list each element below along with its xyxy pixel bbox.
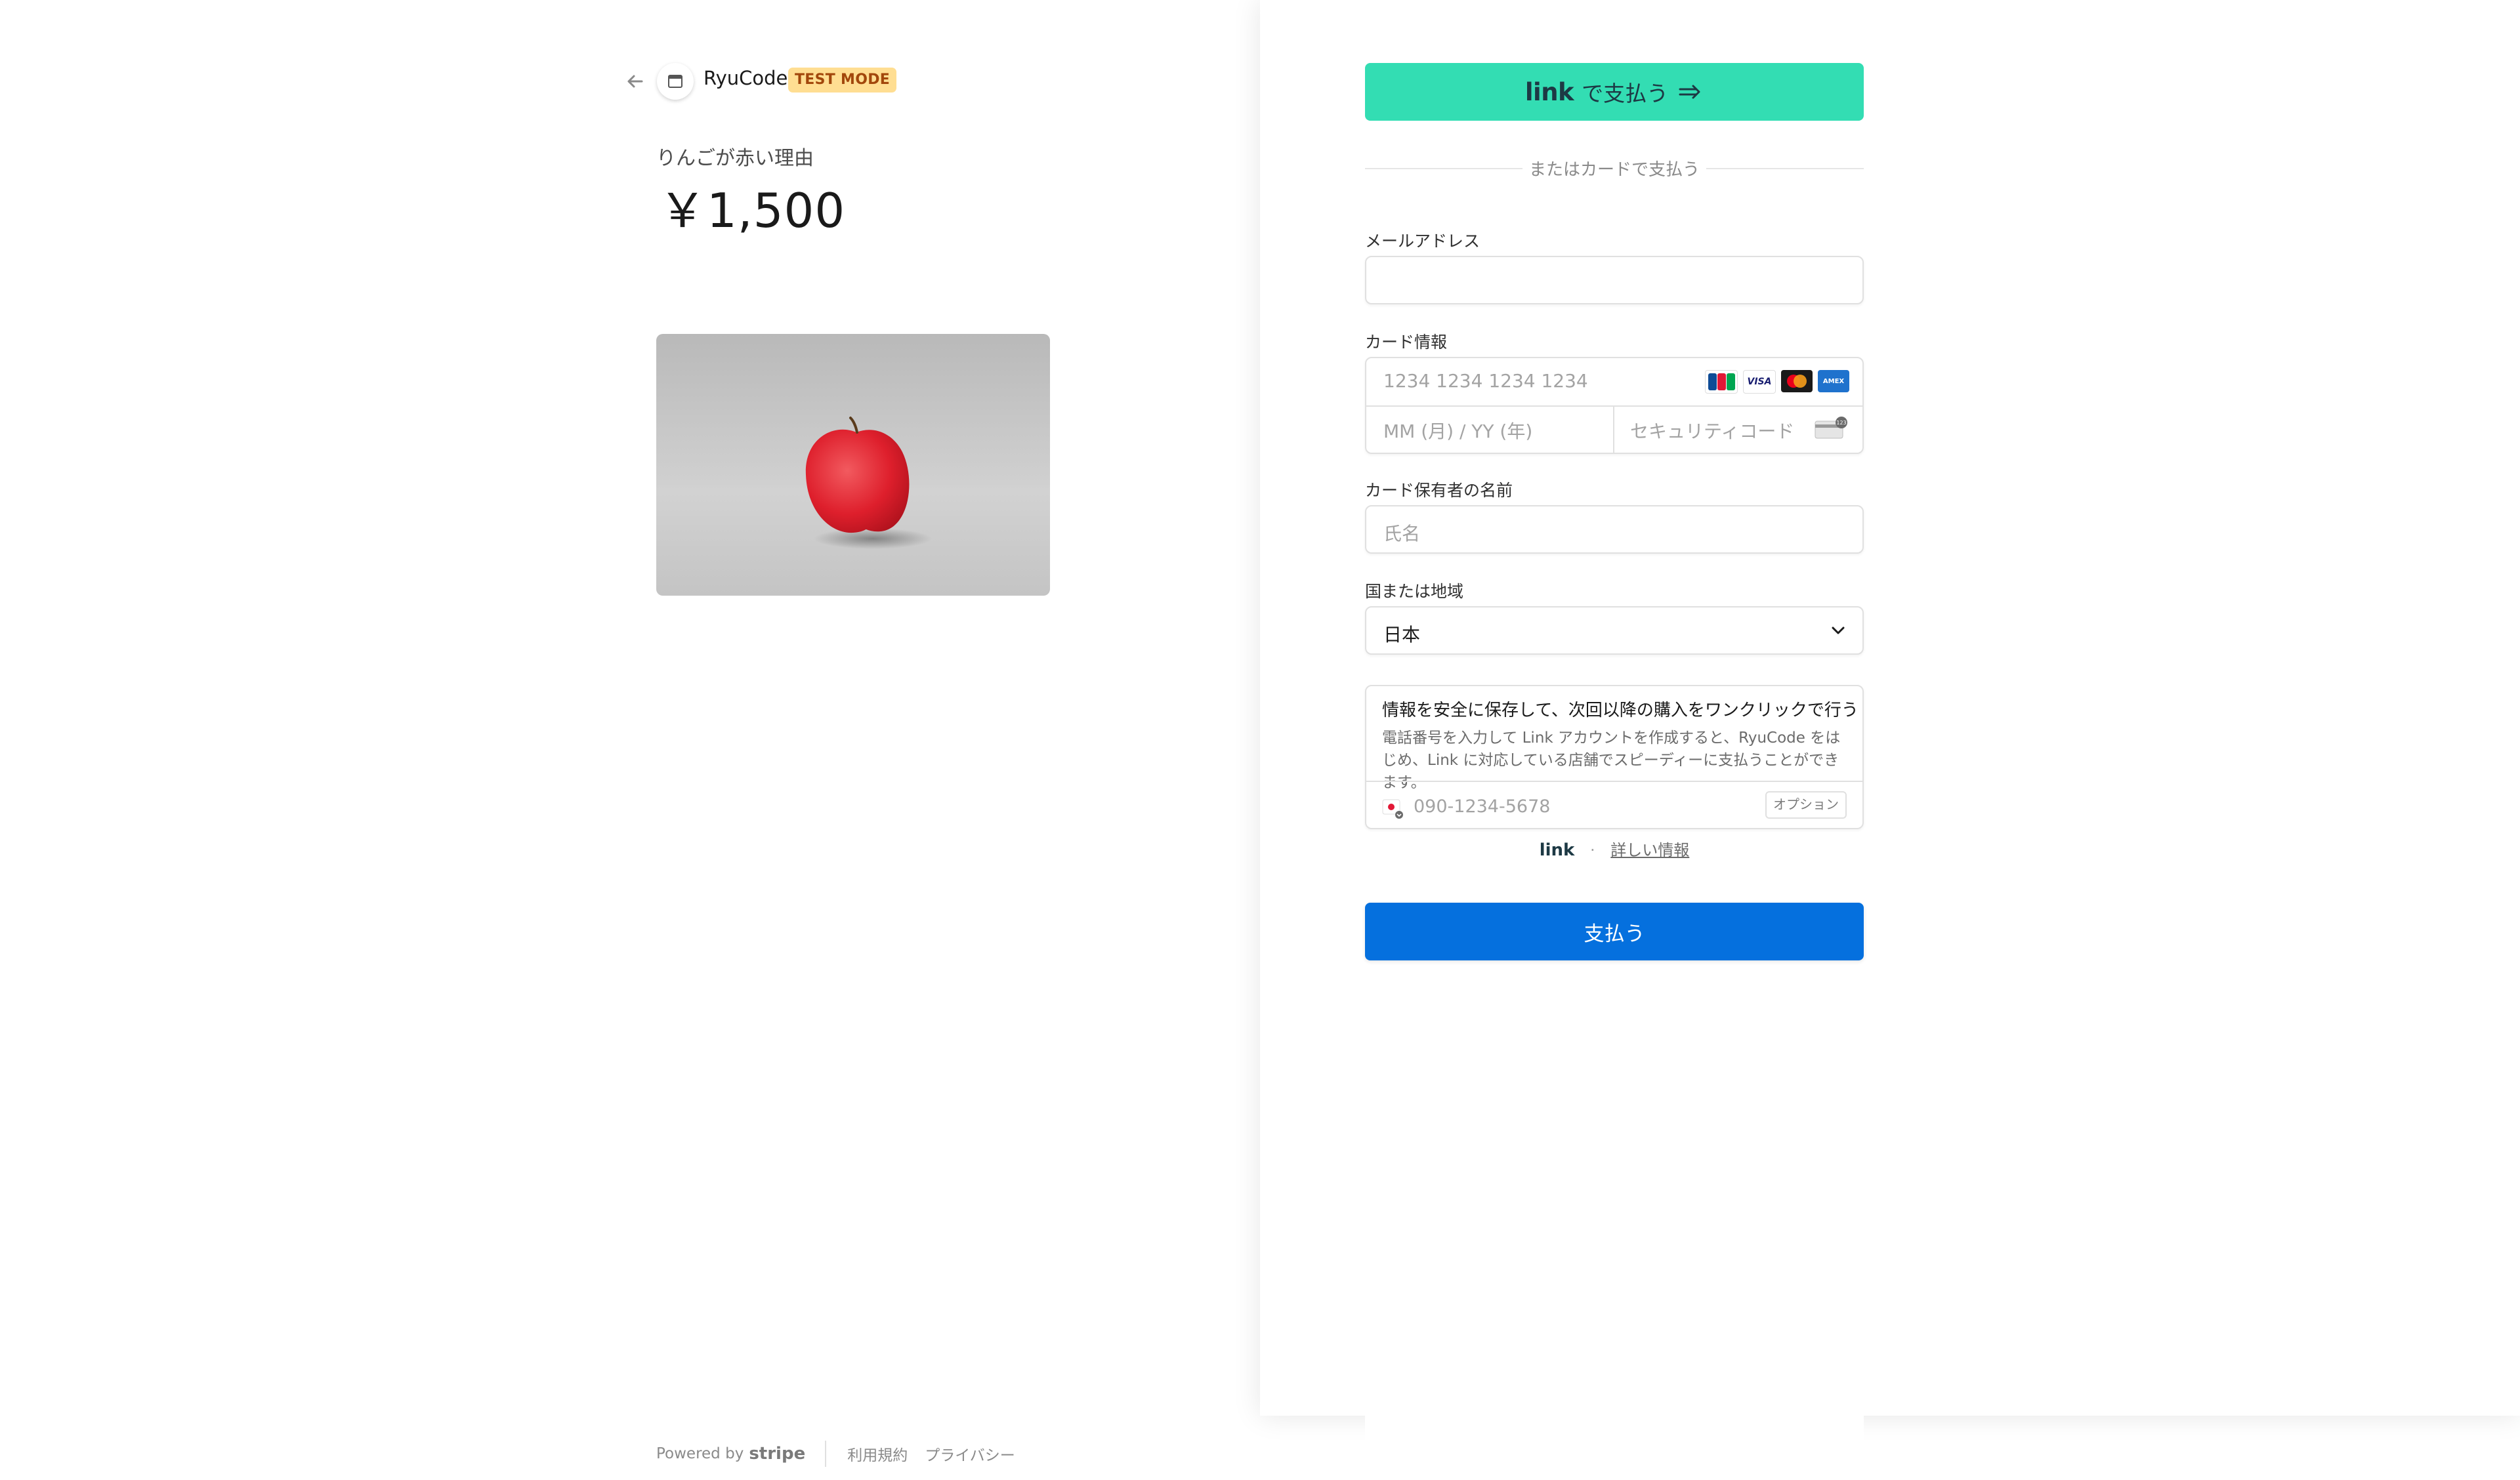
card-brands: VISA AMEX	[1705, 370, 1849, 394]
cardholder-label: カード保有者の名前	[1365, 481, 1513, 500]
email-label: メールアドレス	[1365, 232, 1480, 251]
card-label: カード情報	[1365, 333, 1448, 352]
merchant-logo-icon	[657, 63, 694, 100]
or-divider-text: またはカードで支払う	[1522, 160, 1706, 180]
japan-flag-icon[interactable]	[1382, 798, 1404, 820]
product-image-apple	[656, 334, 1050, 596]
learn-more-link[interactable]: 詳しい情報	[1610, 841, 1689, 859]
stripe-logo[interactable]: stripe	[749, 1444, 805, 1464]
svg-text:123: 123	[1836, 420, 1846, 426]
link-logo: link	[1524, 77, 1574, 106]
card-number-input[interactable]: 1234 1234 1234 1234	[1383, 370, 1588, 392]
double-arrow-icon	[1677, 82, 1704, 102]
link-save-box: 情報を安全に保存して、次回以降の購入をワンクリックで行う 電話番号を入力して L…	[1365, 685, 1864, 829]
or-divider: またはカードで支払う	[1365, 156, 1864, 180]
visa-icon: VISA	[1743, 370, 1776, 394]
cardholder-placeholder: 氏名	[1383, 523, 1421, 545]
product-name: りんごが赤い理由	[656, 147, 814, 170]
powered-by-text: Powered by	[656, 1445, 744, 1462]
test-mode-badge: TEST MODE	[788, 68, 897, 92]
link-mini-logo: link	[1539, 840, 1575, 860]
link-info-separator: ·	[1589, 841, 1595, 859]
save-info-description: 電話番号を入力して Link アカウントを作成すると、RyuCode をはじめ、…	[1382, 730, 1841, 791]
panel-tail	[1365, 1416, 1864, 1480]
footer: Powered by stripe 利用規約 プライバシー	[656, 1441, 1032, 1467]
country-select[interactable]: 日本	[1365, 606, 1864, 655]
save-info-title: 情報を安全に保存して、次回以降の購入をワンクリックで行う	[1382, 701, 1858, 720]
back-arrow-icon[interactable]	[622, 68, 648, 94]
pay-button[interactable]: 支払う	[1365, 903, 1864, 960]
footer-divider	[825, 1441, 827, 1467]
country-value: 日本	[1383, 624, 1421, 646]
jcb-icon	[1705, 370, 1738, 394]
email-input[interactable]	[1365, 256, 1864, 304]
mastercard-icon	[1781, 370, 1813, 392]
chevron-down-icon	[1832, 627, 1845, 634]
cvc-card-icon: 123	[1815, 417, 1847, 439]
phone-input[interactable]: 090-1234-5678	[1414, 796, 1550, 817]
cvc-input[interactable]: セキュリティコード	[1630, 417, 1794, 443]
link-pay-button[interactable]: link で支払う	[1365, 63, 1864, 121]
optional-badge: オプション	[1765, 791, 1847, 819]
cardholder-input[interactable]: 氏名	[1365, 505, 1864, 554]
terms-link[interactable]: 利用規約	[847, 1443, 908, 1465]
link-pay-label: で支払う	[1582, 81, 1669, 106]
link-info-row: link · 詳しい情報	[1365, 837, 1864, 860]
country-label: 国または地域	[1365, 582, 1464, 601]
expiry-input[interactable]: MM (月) / YY (年)	[1383, 417, 1532, 443]
privacy-link[interactable]: プライバシー	[925, 1443, 1015, 1465]
product-price: ￥1,500	[659, 183, 846, 238]
amex-icon: AMEX	[1818, 370, 1849, 392]
card-info-group: 1234 1234 1234 1234 VISA AMEX MM (月) / Y…	[1365, 357, 1864, 454]
merchant-name: RyuCode	[704, 67, 788, 89]
